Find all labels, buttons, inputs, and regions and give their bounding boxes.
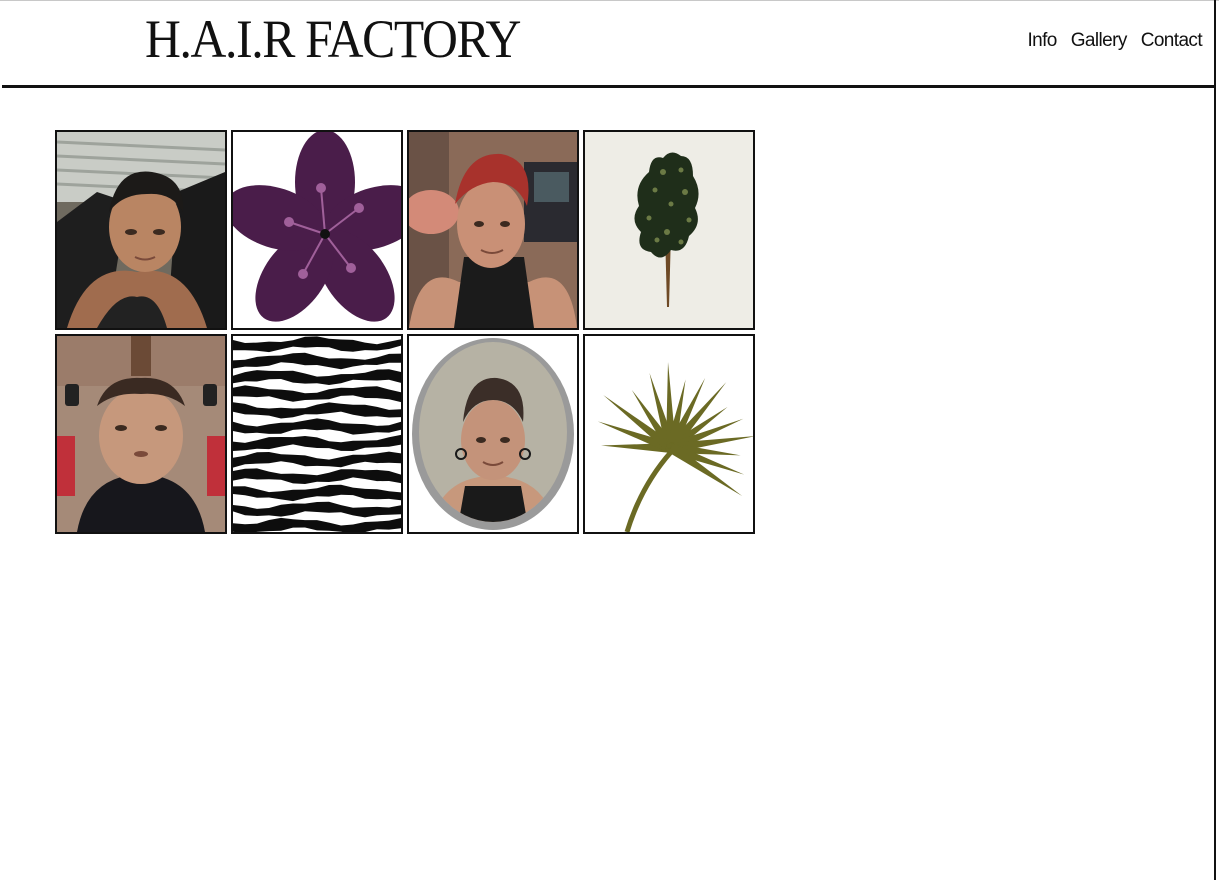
mirrored-portrait-image <box>57 336 225 532</box>
header-divider <box>2 85 1214 88</box>
nav-contact-link[interactable]: Contact <box>1141 30 1203 52</box>
site-header: H.A.I.R FACTORY Info Gallery Contact <box>0 0 1214 88</box>
gallery-thumb-oval-portrait[interactable] <box>407 334 579 534</box>
oval-portrait-image <box>409 336 577 532</box>
portrait-red-hair-image <box>409 132 577 328</box>
palm-leaf-image <box>585 336 753 532</box>
right-border <box>1214 0 1216 880</box>
nav-gallery-link[interactable]: Gallery <box>1071 30 1128 52</box>
gallery-thumb-zebra-stripes[interactable] <box>231 334 403 534</box>
tree-image <box>585 132 753 328</box>
purple-flower-image <box>233 132 401 328</box>
main-nav: Info Gallery Contact <box>1027 30 1202 52</box>
gallery-grid <box>55 130 755 534</box>
gallery-thumb-palm-leaf[interactable] <box>583 334 755 534</box>
gallery-thumb-portrait-1[interactable] <box>55 130 227 330</box>
site-logo[interactable]: H.A.I.R FACTORY <box>145 8 521 70</box>
gallery-thumb-portrait-red-hair[interactable] <box>407 130 579 330</box>
gallery-thumb-tree[interactable] <box>583 130 755 330</box>
portrait-photo-1-image <box>57 132 225 328</box>
nav-info-link[interactable]: Info <box>1027 30 1057 52</box>
zebra-stripes-image <box>233 336 401 532</box>
gallery-thumb-mirrored-portrait[interactable] <box>55 334 227 534</box>
gallery-thumb-flower[interactable] <box>231 130 403 330</box>
